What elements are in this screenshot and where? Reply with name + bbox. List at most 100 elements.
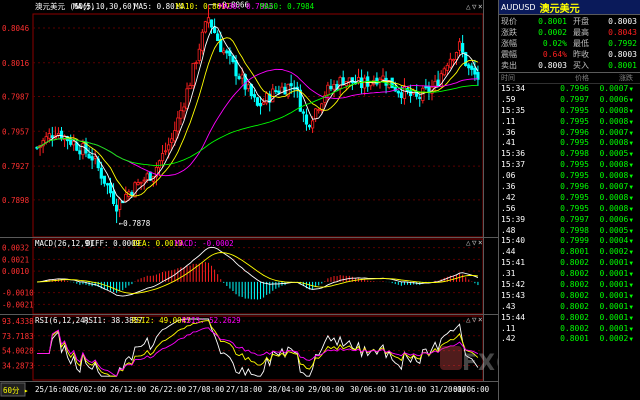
candle-body <box>329 85 333 90</box>
time-axis-label: 31/10:00 <box>390 385 427 394</box>
candle-body <box>105 183 110 186</box>
quote-label: 昨收 <box>573 50 589 59</box>
tick-row: 15:42 0.8002 0.0001▼ <box>499 280 640 291</box>
tick-price: 0.8002 <box>560 290 589 300</box>
period-button-label[interactable]: 60分 ▸ <box>3 386 29 395</box>
kline-chart[interactable]: 0.80460.80160.79870.79570.79270.7898←0.8… <box>0 0 498 400</box>
candle-body <box>454 52 459 60</box>
candle-body <box>433 80 437 87</box>
tick-header-time: 时间 <box>501 74 515 82</box>
tick-time: .42 <box>501 192 516 202</box>
tick-change: 0.0008▼ <box>599 192 633 202</box>
macd-tick-label: 0.0010 <box>2 267 30 276</box>
panel-button-icon[interactable]: △ <box>466 315 471 324</box>
panel-button-icon[interactable]: △ <box>466 238 471 247</box>
down-arrow-icon: ▼ <box>629 282 633 290</box>
time-axis-label: 28/04:00 <box>268 385 305 394</box>
time-axis-label: 29/00:00 <box>308 385 345 394</box>
tick-change: 0.0001▼ <box>599 290 633 300</box>
candle-body <box>470 65 474 70</box>
candle-body <box>200 31 204 52</box>
time-axis-label: 27/08:00 <box>188 385 225 394</box>
quote-table: 现价 0.8001 开盘 0.8003 涨跌 0.0002 最高 0.8043 涨幅 0.02% 最… <box>499 15 640 73</box>
macd-tick-label: 0.0032 <box>2 244 29 253</box>
quote-value: 0.8001 <box>608 61 637 70</box>
panel-button-icon[interactable]: × <box>478 2 483 11</box>
tick-change: 0.0004▼ <box>599 236 633 246</box>
down-arrow-icon: ▼ <box>629 162 633 170</box>
down-arrow-icon: ▼ <box>629 86 633 93</box>
quote-value: 0.8003 <box>608 50 637 59</box>
rsi-legend-label: RSI(6,12,24) <box>35 316 89 325</box>
chart-area[interactable]: 0.8046 0.8016 0.7987 0.7957 0.7927 0.7898 ←0.8… <box>0 0 498 400</box>
down-arrow-icon: ▼ <box>629 260 633 268</box>
price-tick-label: 0.8046 <box>2 24 30 33</box>
panel-button-icon[interactable]: × <box>478 238 483 247</box>
tick-change: 0.0002▼ <box>599 334 633 344</box>
candle-body <box>124 193 128 202</box>
time-axis-label: 01/06:00 <box>453 385 490 394</box>
quote-row: 涨幅 0.02% 最低 0.7992 <box>499 38 640 49</box>
candle-body <box>381 75 385 81</box>
macd-legend-label: MACD(26,12,9) <box>35 239 94 248</box>
tick-list[interactable]: 15:34 0.7996 0.0007▼ .59 0.7997 0.0006▼ 15:35 0… <box>499 84 640 345</box>
ma-legend-item: MA(5,10,30,60) <box>73 2 136 11</box>
down-arrow-icon: ▼ <box>629 271 633 279</box>
candle-body <box>418 97 422 99</box>
candle-body <box>363 77 367 89</box>
candle-body <box>476 71 480 80</box>
tick-change: 0.0006▼ <box>599 94 633 104</box>
quote-label: 开盘 <box>573 17 589 26</box>
tick-time: 15:40 <box>501 236 526 246</box>
price-tick-label: 0.7957 <box>2 127 29 136</box>
candle-body <box>173 130 177 142</box>
time-axis-label: 26/02:00 <box>70 385 107 394</box>
tick-time: 15:34 <box>501 84 526 93</box>
time-axis-label: 26/12:00 <box>110 385 147 394</box>
down-arrow-icon: ▼ <box>629 173 633 181</box>
candle-body <box>326 84 330 96</box>
candle-body <box>47 133 51 139</box>
panel-button-icon[interactable]: × <box>478 315 483 324</box>
tick-price: 0.7996 <box>560 182 589 192</box>
quote-value: 0.8003 <box>538 61 567 70</box>
candle-body <box>72 141 76 146</box>
down-arrow-icon: ▼ <box>629 216 633 224</box>
panel-button-icon[interactable]: ▽ <box>472 238 477 247</box>
candle-body <box>467 64 471 69</box>
candle-body <box>332 84 336 90</box>
down-arrow-icon: ▼ <box>629 96 633 104</box>
quote-value: 0.02% <box>542 39 567 48</box>
tick-time: .36 <box>501 127 516 137</box>
candle-body <box>310 120 315 129</box>
panel-button-icon[interactable]: △ <box>466 2 471 11</box>
quote-label: 最低 <box>573 39 589 48</box>
panel-button-icon[interactable]: ▽ <box>472 2 477 11</box>
tick-row: .11 0.7995 0.0008▼ <box>499 117 640 128</box>
tick-time: .59 <box>501 94 516 104</box>
tick-change: 0.0007▼ <box>599 84 633 93</box>
candle-body <box>145 173 149 180</box>
tick-price: 0.8001 <box>560 247 589 257</box>
panel-button-icon[interactable]: ▽ <box>472 315 477 324</box>
down-arrow-icon: ▼ <box>629 292 633 300</box>
candle-body <box>206 17 211 24</box>
ma-legend-item: MA60: 0.7984 <box>260 2 315 11</box>
quote-row: 现价 0.8001 开盘 0.8003 <box>499 16 640 27</box>
down-arrow-icon: ▼ <box>629 314 633 322</box>
down-arrow-icon: ▼ <box>629 118 633 126</box>
tick-row: .48 0.7998 0.0005▼ <box>499 226 640 237</box>
candle-body <box>280 86 284 93</box>
tick-time: 15:42 <box>501 280 526 290</box>
candle-body <box>118 198 122 210</box>
quote-panel: AUDUSD 澳元美元 现价 0.8001 开盘 0.8003 涨跌 0.0002 最高 0.… <box>498 0 640 400</box>
tick-change: 0.0001▼ <box>599 301 633 311</box>
tick-price: 0.8002 <box>560 323 589 333</box>
time-axis-label: 25/16:00 <box>35 385 72 394</box>
down-arrow-icon: ▼ <box>629 303 633 311</box>
macd-legend-macd: MACD: -0.0002 <box>175 239 234 248</box>
tick-time: .36 <box>501 182 516 192</box>
tick-time: .44 <box>501 247 516 257</box>
price-tick-label: 0.8016 <box>2 59 30 68</box>
candle-body <box>136 182 140 186</box>
